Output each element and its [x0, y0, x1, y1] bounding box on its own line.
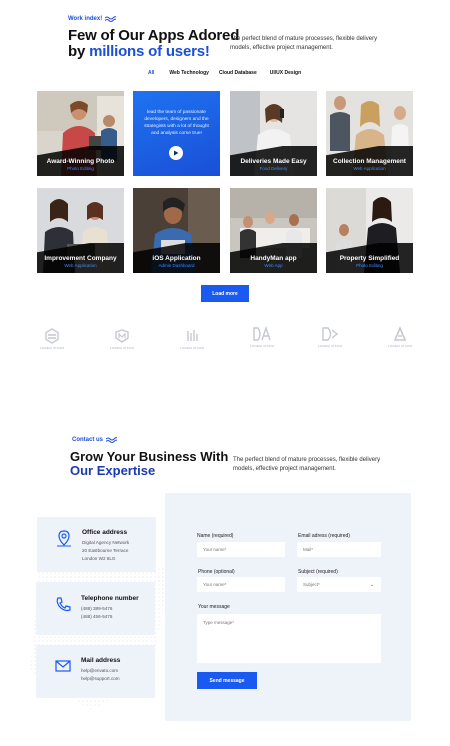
load-more-button[interactable]: Load more: [201, 285, 249, 302]
telephone-card: Telephone number (488) 389-5476 (488) 45…: [36, 582, 155, 635]
chevron-down-icon: ⌄: [369, 582, 374, 588]
card-subtitle: Web Application: [353, 166, 386, 171]
subject-select-value: Subject*: [303, 582, 320, 587]
card-title: Collection Management: [333, 158, 406, 165]
info-line: London W2 6LG: [82, 556, 116, 561]
project-card[interactable]: Property Simplified Photo Editing: [326, 188, 413, 273]
logo-label: LOREM IPSUM: [39, 346, 65, 350]
tab-web-technology[interactable]: Web Technology: [169, 70, 209, 76]
work-index-tagline: Work index!: [68, 16, 117, 22]
apps-description: The perfect blend of mature processes, f…: [230, 36, 378, 51]
subject-select[interactable]: Subject* ⌄: [297, 577, 381, 592]
bars-logo-icon: [187, 330, 198, 341]
email-label: Email adress (required): [298, 533, 350, 539]
contact-description: The perfect blend of mature processes, f…: [233, 457, 381, 472]
da-logo-icon: [253, 326, 271, 341]
tab-all[interactable]: All: [148, 70, 154, 76]
logo-label: LOREM IPSUM: [317, 344, 343, 348]
heading-line-1: Few of Our Apps Adored: [68, 27, 240, 44]
tab-cloud-database[interactable]: Cloud Database: [219, 70, 257, 76]
info-line: (488) 389-5476: [81, 606, 113, 611]
play-icon[interactable]: [169, 146, 183, 160]
name-label: Name (required): [197, 533, 234, 539]
d-arrow-logo-icon: [322, 327, 339, 341]
card-title: iOS Application: [152, 255, 201, 262]
project-card[interactable]: Deliveries Made Easy Food Delivery: [230, 91, 317, 176]
message-textarea[interactable]: Type message*: [197, 614, 381, 663]
promo-text: lead the team of passionate developers, …: [144, 110, 209, 136]
card-subtitle: Photo Editing: [356, 263, 383, 268]
logo-label: LOREM IPSUM: [109, 346, 135, 350]
card-title: Deliveries Made Easy: [240, 158, 307, 165]
logo-label: LOREM IPSUM: [179, 346, 205, 350]
card-subtitle: Photo Editing: [67, 166, 94, 171]
project-card[interactable]: Improvement Company Web Application: [37, 188, 124, 273]
client-logo: LOREM IPSUM: [32, 328, 72, 358]
project-card[interactable]: Award-Winning Photo Photo Editing: [37, 91, 124, 176]
client-logo: LOREM IPSUM: [310, 326, 350, 356]
info-line: (488) 456-5476: [81, 614, 113, 619]
card-subtitle: Admin Dashboard: [158, 263, 195, 268]
card-subtitle: Web App: [264, 263, 283, 268]
send-message-button[interactable]: Send message: [197, 672, 257, 689]
heading-by: by: [68, 43, 86, 60]
a-triangle-logo-icon: [393, 326, 407, 341]
heading-line-2: by millions of users!: [68, 44, 239, 60]
logo-label: LOREM IPSUM: [249, 344, 275, 348]
wave-icon: [105, 16, 117, 22]
info-line: help@support.com: [81, 676, 120, 681]
mail-icon: [55, 660, 71, 672]
apps-heading: Few of Our Apps Adored by millions of us…: [68, 28, 239, 60]
info-line: help@envato.com: [81, 668, 119, 673]
contact-heading: Grow Your Business With Our Expertise: [70, 450, 228, 478]
phone-icon: [56, 597, 71, 612]
tagline-text: Work index!: [68, 16, 103, 22]
promo-card[interactable]: lead the team of passionate developers, …: [133, 91, 220, 176]
subject-label: Subject (required): [298, 569, 338, 575]
info-title: Office address: [82, 529, 128, 536]
info-title: Mail address: [81, 657, 121, 664]
info-line: Digital Agency Network: [82, 540, 130, 545]
project-card[interactable]: HandyMan app Web App: [230, 188, 317, 273]
filter-tabs: All Web Technology Cloud Database UI/UX …: [148, 70, 301, 76]
card-title: HandyMan app: [250, 255, 297, 262]
mail-address-card: Mail address help@envato.com help@suppor…: [36, 645, 155, 698]
message-label: Your message: [198, 604, 230, 610]
card-title: Improvement Company: [44, 255, 117, 262]
heading-line-1: Grow Your Business With: [70, 449, 229, 464]
client-logo: LOREM IPSUM: [242, 326, 282, 356]
m-shield-logo-icon: [115, 329, 129, 343]
phone-input[interactable]: Your name*: [197, 577, 285, 592]
client-logo: LOREM IPSUM: [172, 328, 212, 358]
project-card[interactable]: Collection Management Web Application: [326, 91, 413, 176]
card-subtitle: Food Delivery: [259, 166, 288, 171]
location-pin-icon: [57, 530, 71, 547]
logo-label: LOREM IPSUM: [387, 344, 413, 348]
info-line: 20 Eastbourne Terrace: [82, 548, 129, 553]
project-card[interactable]: iOS Application Admin Dashboard: [133, 188, 220, 273]
tab-uiux-design[interactable]: UI/UX Design: [270, 70, 301, 76]
heading-accent: millions of users!: [89, 43, 210, 60]
office-address-card: Office address Digital Agency Network 20…: [37, 517, 156, 572]
heading-accent: Our Expertise: [70, 463, 156, 478]
hexagon-stack-logo-icon: [45, 328, 59, 344]
email-input[interactable]: Mail*: [297, 542, 381, 557]
client-logo: LOREM IPSUM: [102, 328, 142, 358]
card-title: Property Simplified: [339, 255, 400, 262]
info-title: Telephone number: [81, 595, 139, 602]
card-subtitle: Web Application: [64, 263, 97, 268]
tagline-text: Contact us: [72, 437, 104, 443]
phone-label: Phone (optional): [198, 569, 235, 575]
card-title: Award-Winning Photo: [46, 158, 115, 165]
name-input[interactable]: Your name*: [197, 542, 285, 557]
client-logo: LOREM IPSUM: [380, 326, 420, 356]
contact-tagline: Contact us: [72, 437, 118, 443]
wave-icon: [106, 437, 118, 443]
